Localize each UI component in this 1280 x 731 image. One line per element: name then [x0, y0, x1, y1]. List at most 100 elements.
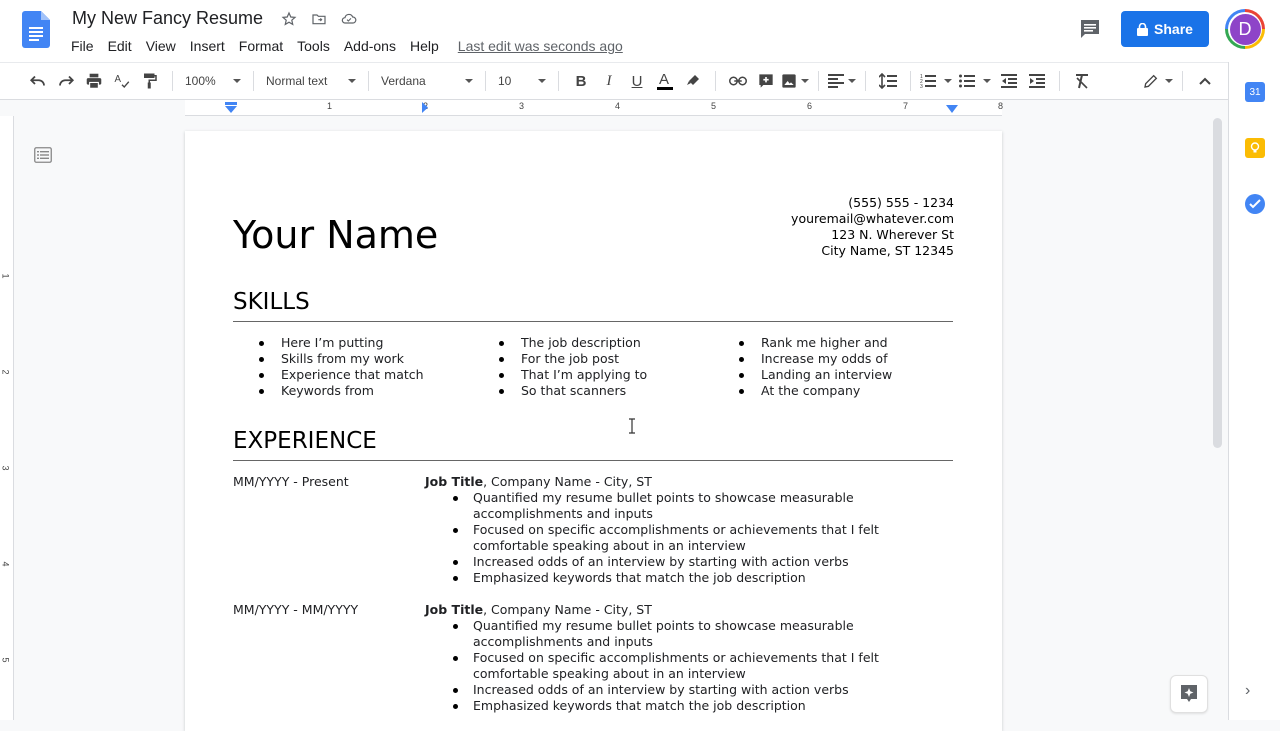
highlight-color-icon[interactable]	[680, 67, 706, 95]
skills-heading[interactable]: SKILLS	[233, 289, 310, 315]
ruler-mark: 3	[519, 101, 525, 111]
text-color-button[interactable]: A	[652, 67, 678, 95]
undo-button[interactable]	[25, 67, 51, 95]
right-indent-marker[interactable]	[946, 105, 958, 113]
menu-edit[interactable]: Edit	[101, 37, 139, 55]
share-label: Share	[1154, 21, 1193, 37]
redo-button[interactable]	[53, 67, 79, 95]
decrease-indent-icon[interactable]	[996, 67, 1022, 95]
account-avatar[interactable]: D	[1225, 9, 1265, 49]
style-value: Normal text	[266, 74, 328, 88]
share-button[interactable]: Share	[1121, 11, 1209, 47]
section-divider	[233, 321, 953, 322]
chevron-down-icon	[348, 79, 356, 83]
job-bullet: Increased odds of an interview by starti…	[453, 554, 943, 570]
job-title: Job Title	[425, 474, 484, 489]
ruler-mark: 6	[807, 101, 813, 111]
document-outline-icon[interactable]	[34, 147, 52, 163]
paragraph-style-select[interactable]: Normal text	[262, 67, 360, 95]
spellcheck-icon[interactable]: A	[109, 67, 135, 95]
horizontal-ruler: 1 2 3 4 5 6 7 8	[14, 100, 1214, 116]
ruler-mark: 5	[711, 101, 717, 111]
document-title[interactable]: My New Fancy Resume	[72, 8, 263, 29]
skill-item: Here I’m putting	[233, 335, 473, 351]
underline-button[interactable]: U	[624, 67, 650, 95]
chevron-down-icon	[1165, 79, 1173, 83]
zoom-select[interactable]: 100%	[181, 67, 245, 95]
menu-help[interactable]: Help	[403, 37, 446, 55]
job-bullet: Quantified my resume bullet points to sh…	[453, 618, 943, 650]
job-bullet: Increased odds of an interview by starti…	[453, 682, 943, 698]
resume-name[interactable]: Your Name	[233, 213, 438, 257]
font-size-select[interactable]: 10	[494, 67, 550, 95]
tasks-icon[interactable]	[1245, 194, 1265, 214]
lock-icon	[1137, 22, 1149, 36]
calendar-icon[interactable]: 31	[1245, 82, 1265, 102]
paint-format-icon[interactable]	[137, 67, 163, 95]
cloud-saved-icon[interactable]	[340, 10, 358, 28]
section-divider	[233, 460, 953, 461]
menu-view[interactable]: View	[139, 37, 183, 55]
skills-list[interactable]: Here I’m putting Skills from my work Exp…	[233, 335, 953, 399]
comment-history-icon[interactable]	[1078, 17, 1102, 41]
font-select[interactable]: Verdana	[377, 67, 477, 95]
menu-format[interactable]: Format	[232, 37, 290, 55]
move-folder-icon[interactable]	[310, 10, 328, 28]
job-dates: MM/YYYY - Present	[233, 474, 349, 489]
chevron-down-icon	[538, 79, 546, 83]
chevron-down-icon	[983, 79, 991, 83]
document-page[interactable]: Your Name (555) 555 - 1234 youremail@wha…	[185, 131, 1002, 731]
toolbar-divider	[715, 71, 716, 91]
menu-bar: File Edit View Insert Format Tools Add-o…	[64, 37, 623, 55]
skill-item: Keywords from	[233, 383, 473, 399]
clear-formatting-icon[interactable]	[1069, 67, 1095, 95]
toolbar-divider	[910, 71, 911, 91]
job-bullets: Quantified my resume bullet points to sh…	[453, 618, 943, 714]
ruler-mark: 4	[0, 561, 11, 567]
toolbar-divider	[368, 71, 369, 91]
bulleted-list-icon[interactable]	[959, 67, 991, 95]
expand-side-panel-icon[interactable]: ›	[1245, 682, 1250, 700]
skill-item: At the company	[713, 383, 953, 399]
left-indent-marker[interactable]	[225, 102, 237, 113]
keep-icon[interactable]	[1245, 138, 1265, 158]
svg-text:A: A	[659, 71, 669, 88]
increase-indent-icon[interactable]	[1024, 67, 1050, 95]
numbered-list-icon[interactable]: 123	[920, 67, 952, 95]
bold-button[interactable]: B	[568, 67, 594, 95]
insert-image-icon[interactable]	[781, 67, 809, 95]
italic-button[interactable]: I	[596, 67, 622, 95]
font-value: Verdana	[381, 74, 426, 88]
google-docs-logo-icon[interactable]	[22, 11, 50, 48]
experience-heading[interactable]: EXPERIENCE	[233, 428, 377, 454]
vertical-scrollbar[interactable]	[1213, 118, 1222, 448]
skill-item: Rank me higher and	[713, 335, 953, 351]
text-cursor-icon	[629, 418, 635, 434]
ruler-mark: 1	[0, 273, 11, 279]
align-left-icon[interactable]	[828, 67, 856, 95]
side-panel: 31 ›	[1228, 62, 1280, 720]
svg-text:3: 3	[920, 84, 923, 89]
skill-item: That I’m applying to	[473, 367, 713, 383]
menu-addons[interactable]: Add-ons	[337, 37, 403, 55]
star-icon[interactable]	[280, 10, 298, 28]
first-line-indent-marker[interactable]	[421, 102, 429, 113]
job-heading: Job Title, Company Name - City, ST	[425, 474, 652, 490]
contact-city: City Name, ST 12345	[821, 243, 954, 258]
explore-button[interactable]	[1170, 675, 1208, 713]
job-bullet: Focused on specific accomplishments or a…	[453, 650, 943, 682]
print-icon[interactable]	[81, 67, 107, 95]
last-edit-link[interactable]: Last edit was seconds ago	[458, 37, 623, 55]
add-comment-icon[interactable]	[753, 67, 779, 95]
toolbar-divider	[1182, 71, 1183, 91]
line-spacing-icon[interactable]	[875, 67, 901, 95]
ruler-mark: 8	[998, 101, 1004, 111]
menu-file[interactable]: File	[64, 37, 101, 55]
insert-link-icon[interactable]	[725, 67, 751, 95]
contact-block[interactable]: (555) 555 - 1234 youremail@whatever.com …	[791, 195, 954, 259]
menu-insert[interactable]: Insert	[183, 37, 232, 55]
editing-mode-icon[interactable]	[1143, 67, 1173, 95]
hide-menus-icon[interactable]	[1192, 67, 1218, 95]
chevron-down-icon	[801, 79, 809, 83]
menu-tools[interactable]: Tools	[290, 37, 337, 55]
